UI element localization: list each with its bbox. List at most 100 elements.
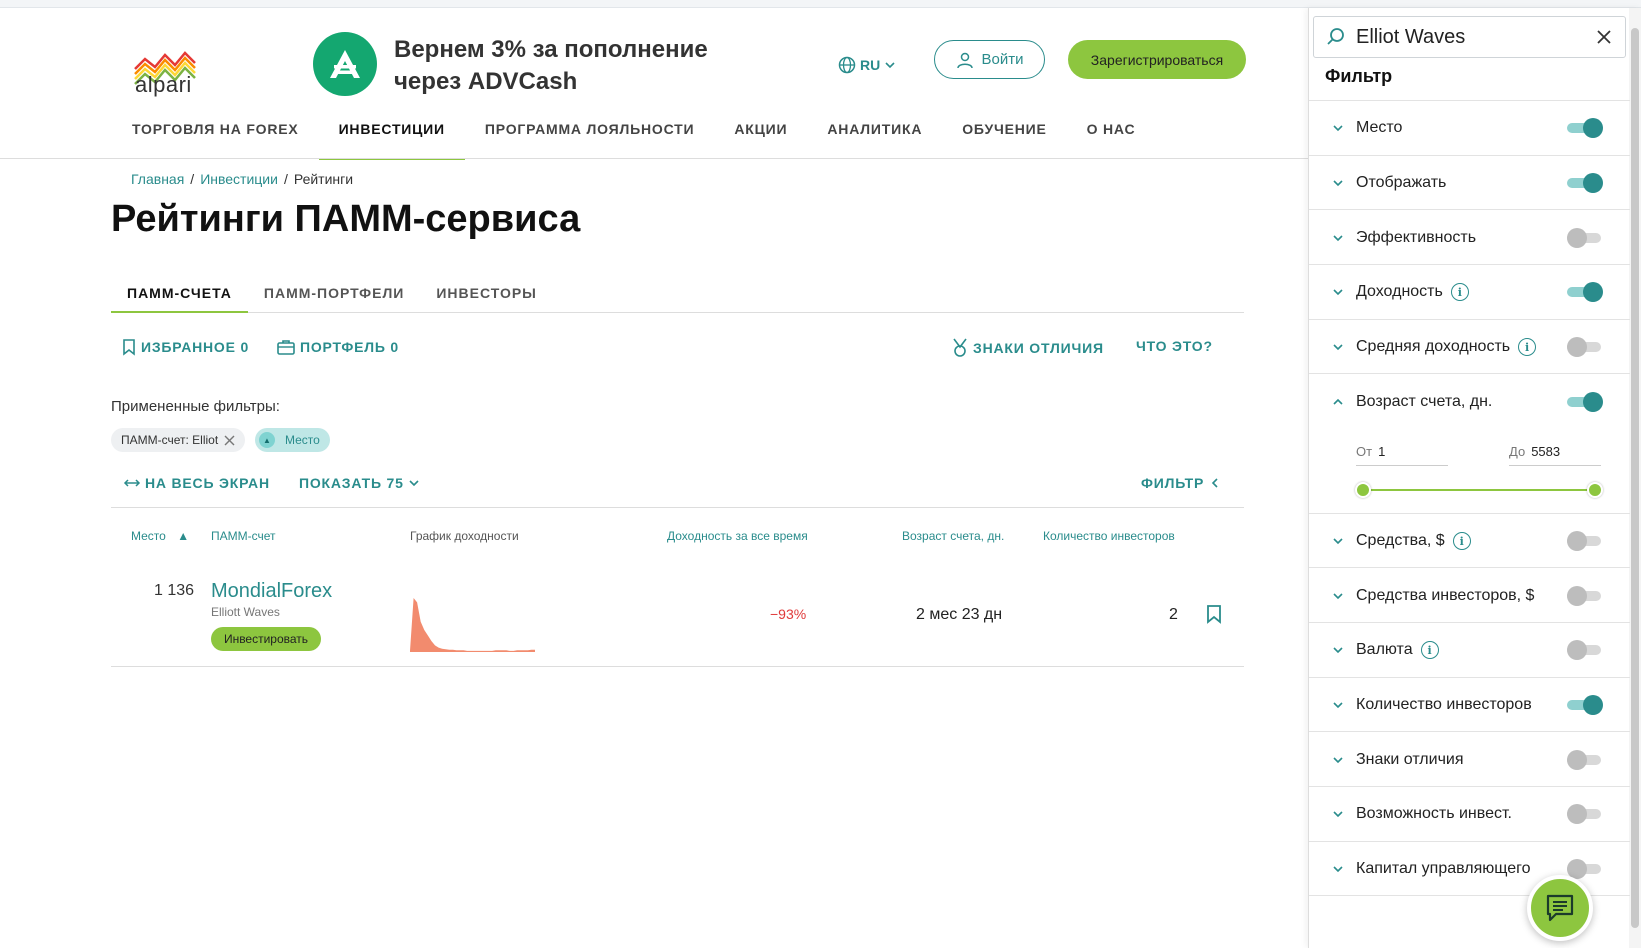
filter-row[interactable]: Знаки отличия: [1309, 732, 1630, 788]
chevron-down-icon[interactable]: [1331, 534, 1345, 548]
favorites-label: ИЗБРАННОЕ 0: [141, 339, 250, 355]
filter-toggle[interactable]: [1567, 228, 1603, 248]
chevron-down-icon[interactable]: [1331, 862, 1345, 876]
filter-toggle[interactable]: [1567, 640, 1603, 660]
filter-toggle[interactable]: [1567, 282, 1603, 302]
badges-button[interactable]: ЗНАКИ ОТЛИЧИЯ: [951, 338, 1104, 358]
login-button[interactable]: Войти: [934, 40, 1045, 79]
filter-toggle[interactable]: [1567, 531, 1603, 551]
chevron-down-icon[interactable]: [1331, 285, 1345, 299]
yield-sparkline: [410, 598, 535, 652]
filter-row[interactable]: Валюта i: [1309, 622, 1630, 678]
filter-row[interactable]: Количество инвесторов: [1309, 677, 1630, 733]
nav-item-0[interactable]: ТОРГОВЛЯ НА FOREX: [112, 114, 319, 160]
account-name-link[interactable]: MondialForex: [211, 580, 332, 603]
filter-row[interactable]: Средства инвесторов, $: [1309, 568, 1630, 624]
show-count-label: ПОКАЗАТЬ 75: [299, 475, 404, 491]
chevron-down-icon[interactable]: [1331, 231, 1345, 245]
filter-row[interactable]: Возраст счета, дн.: [1309, 374, 1630, 430]
filter-row[interactable]: Средства, $ i: [1309, 513, 1630, 569]
column-header-yield[interactable]: Доходность за все время: [667, 529, 808, 543]
advcash-icon[interactable]: [313, 32, 377, 96]
chevron-down-icon[interactable]: [1331, 807, 1345, 821]
chevron-down-icon[interactable]: [1331, 121, 1345, 135]
tab-pamm-portfolios[interactable]: ПАММ-ПОРТФЕЛИ: [248, 283, 420, 313]
column-label: Место: [131, 529, 166, 543]
tab-investors[interactable]: ИНВЕСТОРЫ: [420, 283, 553, 313]
filter-chip-place[interactable]: ▲ Место: [255, 428, 330, 452]
toggle-knob: [1567, 586, 1587, 606]
register-button[interactable]: Зарегистрироваться: [1068, 40, 1246, 79]
filter-label: Капитал управляющего: [1356, 860, 1531, 877]
nav-item-1[interactable]: ИНВЕСТИЦИИ: [318, 114, 465, 160]
portfolio-button[interactable]: ПОРТФЕЛЬ 0: [276, 338, 399, 356]
filter-label: Возраст счета, дн.: [1356, 393, 1493, 410]
range-to-field[interactable]: До 5583: [1509, 438, 1601, 466]
bookmark-icon[interactable]: [1205, 604, 1223, 624]
info-icon[interactable]: i: [1452, 532, 1471, 550]
breadcrumb-home[interactable]: Главная: [131, 171, 184, 187]
range-slider-track[interactable]: [1363, 489, 1595, 491]
info-icon[interactable]: i: [1518, 338, 1537, 356]
filter-row[interactable]: Отображать: [1309, 155, 1630, 211]
filter-row[interactable]: Доходность i: [1309, 264, 1630, 320]
filter-toggle[interactable]: [1567, 750, 1603, 770]
scrollbar-track[interactable]: [1629, 8, 1641, 948]
filter-row[interactable]: Место: [1309, 100, 1630, 156]
column-header-place[interactable]: Место ▲: [131, 529, 189, 543]
info-icon[interactable]: i: [1450, 283, 1469, 301]
close-icon[interactable]: [1596, 29, 1612, 45]
language-selector[interactable]: RU: [838, 56, 896, 74]
filter-toggle[interactable]: [1567, 804, 1603, 824]
show-count-dropdown[interactable]: ПОКАЗАТЬ 75: [299, 475, 420, 491]
filter-toggle[interactable]: [1567, 173, 1603, 193]
range-slider-min-handle[interactable]: [1355, 482, 1371, 498]
filter-toggle[interactable]: [1567, 695, 1603, 715]
chevron-down-icon[interactable]: [1331, 176, 1345, 190]
info-icon[interactable]: i: [1420, 641, 1439, 659]
range-from-field[interactable]: От 1: [1356, 438, 1448, 466]
chip-label: ПАММ-счет: Elliot: [121, 433, 219, 447]
chevron-down-icon[interactable]: [1331, 698, 1345, 712]
chevron-down-icon[interactable]: [1331, 589, 1345, 603]
filter-row[interactable]: Средняя доходность i: [1309, 319, 1630, 375]
actions-row: ИЗБРАННОЕ 0 ПОРТФЕЛЬ 0 ЗНАКИ ОТЛИЧИЯ ЧТО…: [111, 338, 1244, 362]
filter-row[interactable]: Эффективность: [1309, 210, 1630, 266]
applied-filters-label: Примененные фильтры:: [111, 398, 280, 415]
what-is-this-link[interactable]: ЧТО ЭТО?: [1136, 338, 1213, 354]
fullscreen-button[interactable]: НА ВЕСЬ ЭКРАН: [123, 475, 270, 491]
filter-toggle[interactable]: [1567, 859, 1603, 879]
filter-toggle[interactable]: [1567, 392, 1603, 412]
nav-item-6[interactable]: О НАС: [1067, 114, 1156, 160]
nav-item-4[interactable]: АНАЛИТИКА: [807, 114, 942, 160]
chevron-down-icon[interactable]: [1331, 340, 1345, 354]
breadcrumb-investments[interactable]: Инвестиции: [200, 171, 278, 187]
nav-item-5[interactable]: ОБУЧЕНИЕ: [942, 114, 1066, 160]
promo-banner-text[interactable]: Вернем 3% за пополнение через ADVCash: [394, 34, 724, 98]
scrollbar-thumb[interactable]: [1631, 28, 1639, 928]
invest-button[interactable]: Инвестировать: [211, 627, 321, 651]
globe-icon: [838, 56, 856, 74]
chevron-down-icon[interactable]: [1331, 643, 1345, 657]
search-input[interactable]: [1356, 25, 1586, 49]
filter-chip-account[interactable]: ПАММ-счет: Elliot: [111, 428, 246, 452]
filter-toggle-button[interactable]: ФИЛЬТР: [1141, 475, 1222, 491]
filter-label: Знаки отличия: [1356, 751, 1464, 768]
column-header-account[interactable]: ПАММ-счет: [211, 529, 276, 543]
column-header-age[interactable]: Возраст счета, дн.: [902, 529, 1004, 543]
chat-button[interactable]: [1527, 875, 1593, 941]
filter-row[interactable]: Возможность инвест.: [1309, 786, 1630, 842]
favorites-button[interactable]: ИЗБРАННОЕ 0: [121, 338, 249, 356]
filter-toggle[interactable]: [1567, 337, 1603, 357]
close-icon[interactable]: [224, 435, 235, 446]
nav-item-2[interactable]: ПРОГРАММА ЛОЯЛЬНОСТИ: [465, 114, 714, 160]
chevron-down-icon[interactable]: [1331, 753, 1345, 767]
range-slider-max-handle[interactable]: [1587, 482, 1603, 498]
tab-pamm-accounts[interactable]: ПАММ-СЧЕТА: [111, 283, 248, 313]
sparkline-area: [410, 598, 535, 652]
chevron-up-icon[interactable]: [1331, 395, 1345, 409]
filter-toggle[interactable]: [1567, 586, 1603, 606]
column-header-investors[interactable]: Количество инвесторов: [1043, 529, 1175, 543]
nav-item-3[interactable]: АКЦИИ: [714, 114, 807, 160]
filter-toggle[interactable]: [1567, 118, 1603, 138]
